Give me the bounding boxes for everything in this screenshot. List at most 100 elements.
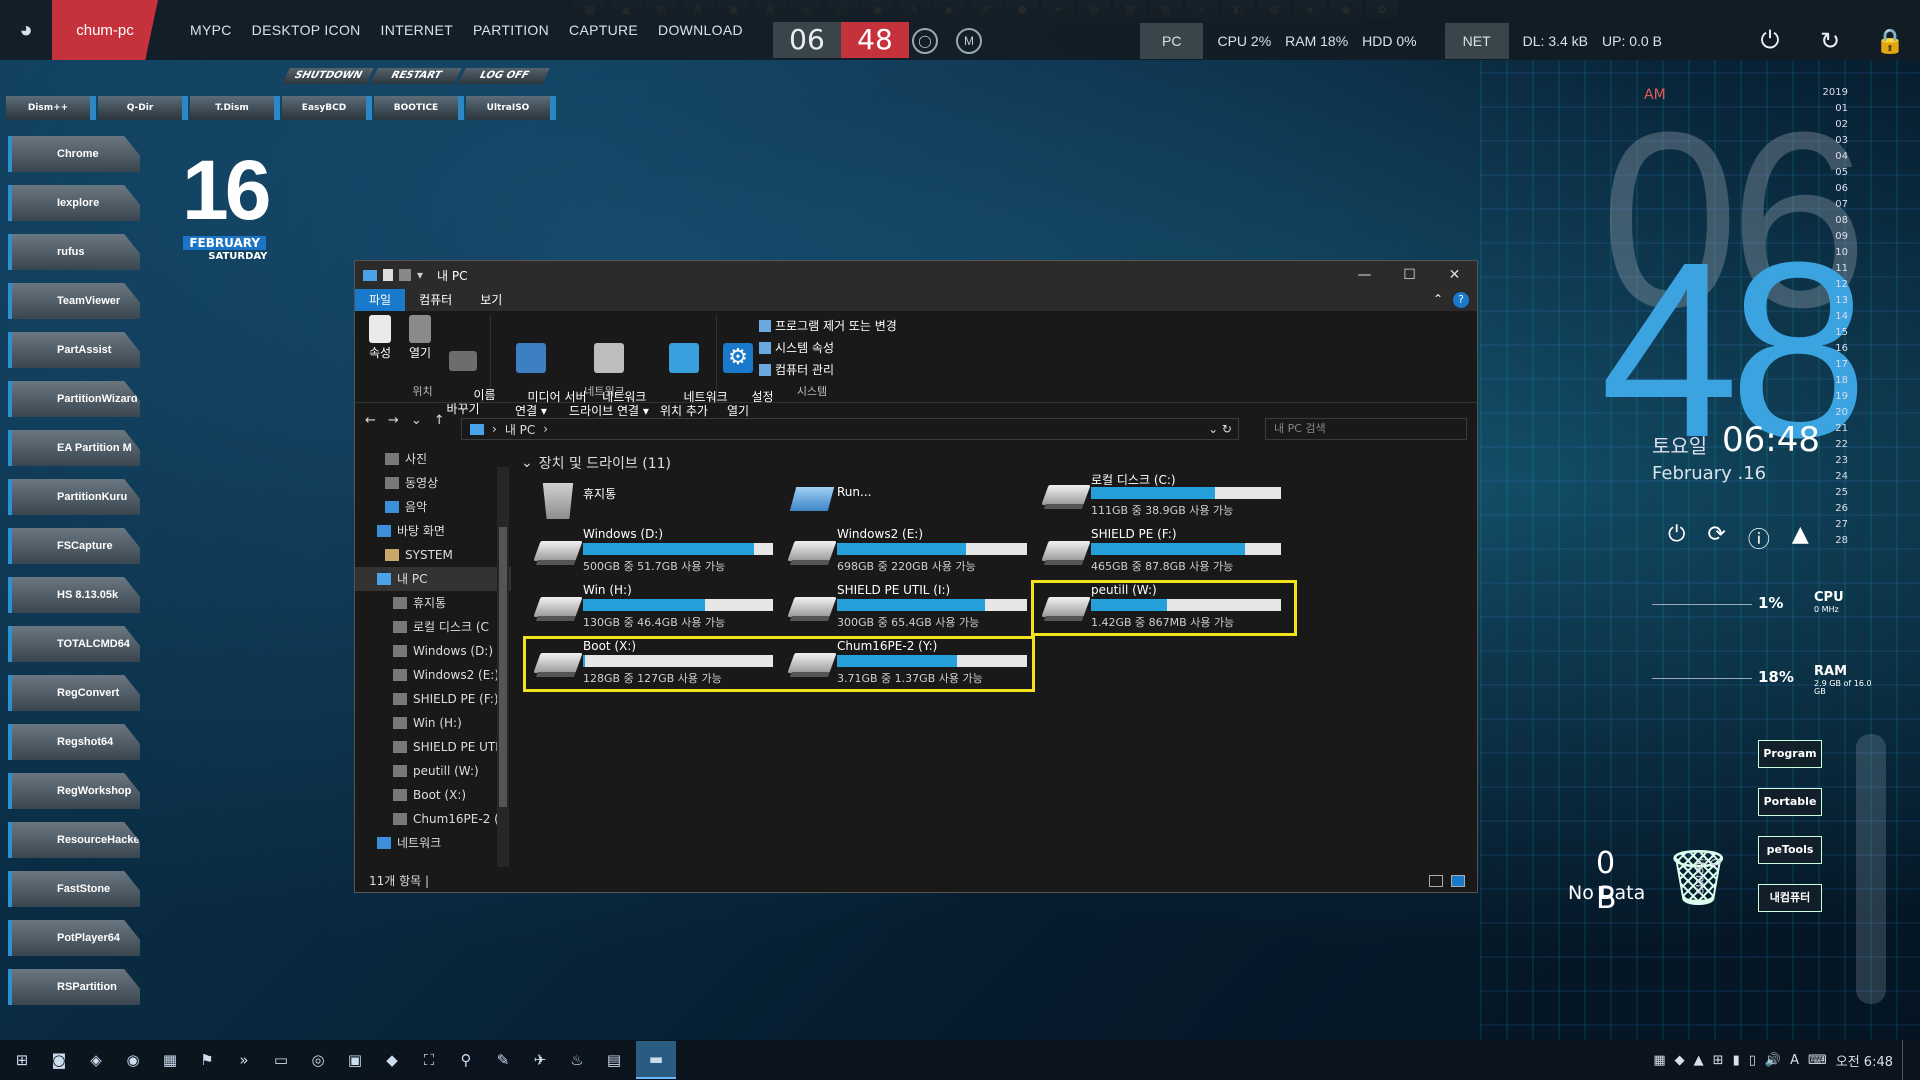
app-icon[interactable]: ⚲ [451,1048,481,1072]
nav-item[interactable]: 음악 [355,495,511,519]
forward-icon[interactable]: → [388,413,399,428]
tool-ultraiso[interactable]: UltraISO [466,96,556,120]
app-icon[interactable]: ◆ [377,1048,407,1072]
app-icon[interactable]: ✎ [488,1048,518,1072]
nav-item[interactable]: Chum16PE-2 ( [355,807,511,831]
network-icon[interactable]: ⊞ [1713,1053,1724,1068]
lock-icon[interactable]: 🔒 [1860,22,1920,60]
tray-icon[interactable]: ▮ [1733,1053,1740,1068]
info-icon[interactable]: ⓘ [1748,522,1770,554]
restart-icon[interactable]: ↻ [1800,22,1860,60]
tool-dism[interactable]: Dism++ [6,96,96,120]
mail-icon[interactable]: M [956,28,982,54]
launcher-item[interactable]: FSCapture [8,528,140,564]
properties-icon[interactable] [383,269,393,281]
power-icon[interactable]: ⏻ [1668,522,1685,554]
logo-icon[interactable]: ◕ [0,0,52,60]
menu-partition[interactable]: PARTITION [473,22,549,38]
details-view-icon[interactable] [1429,875,1443,887]
tray-icon[interactable]: ▲ [1694,1053,1704,1068]
launcher-item[interactable]: PotPlayer64 [8,920,140,956]
launcher-item[interactable]: TeamViewer [8,283,140,319]
battery-icon[interactable]: ▯ [1749,1053,1756,1068]
taskbar-clock[interactable]: 오전 6:48 [1836,1051,1893,1070]
nav-item[interactable]: Boot (X:) [355,783,511,807]
launcher-item[interactable]: RegWorkshop [8,773,140,809]
back-icon[interactable]: ← [365,413,376,428]
tab-file[interactable]: 파일 [355,289,406,311]
launcher-item[interactable]: RegConvert [8,675,140,711]
tray-icon[interactable]: ◆ [1675,1053,1685,1068]
address-bar[interactable]: › 내 PC › ⌄ ↻ [461,418,1239,440]
minimize-button[interactable]: — [1342,267,1387,283]
mycomputer-button[interactable]: 내컴퓨터 [1758,884,1822,912]
launcher-item[interactable]: Chrome [8,136,140,172]
group-header[interactable]: ⌄ 장치 및 드라이브 (11) [521,453,671,473]
nav-item[interactable]: Windows2 (E:) [355,663,511,687]
menu-mypc[interactable]: MYPC [190,22,232,38]
nav-item[interactable]: Win (H:) [355,711,511,735]
breadcrumb[interactable]: 내 PC [505,421,535,438]
nav-item[interactable]: SHIELD PE UTI [355,735,511,759]
drive-item[interactable]: SHIELD PE UTIL (I:) 300GB 중 65.4GB 사용 가능 [785,583,1035,631]
restart-button[interactable]: RESTART [370,68,462,84]
app-icon[interactable]: ▣ [340,1048,370,1072]
launcher-item[interactable]: rufus [8,234,140,270]
hostname[interactable]: chum-pc [52,0,158,60]
chevron-down-icon[interactable]: ▾ [417,268,423,282]
uninstall-program-button[interactable]: 프로그램 제거 또는 변경 [759,317,897,334]
system-properties-button[interactable]: 시스템 속성 [759,339,834,356]
program-button[interactable]: Program [1758,740,1822,768]
explorer-taskbar-button[interactable]: ▬ [636,1041,676,1079]
nav-item[interactable]: 동영상 [355,471,511,495]
drive-item[interactable]: Windows (D:) 500GB 중 51.7GB 사용 가능 [531,527,781,575]
tool-tdism[interactable]: T.Dism [190,96,280,120]
folder-icon[interactable]: ▭ [266,1048,296,1072]
drive-item[interactable]: SHIELD PE (F:) 465GB 중 87.8GB 사용 가능 [1039,527,1289,575]
nav-item-selected[interactable]: 내 PC [355,567,511,591]
scroll-thumb[interactable] [499,527,507,807]
app-icon[interactable]: ♨ [562,1048,592,1072]
app-icon[interactable]: ⚑ [192,1048,222,1072]
recent-chevron-icon[interactable]: ⌄ [411,413,422,428]
nav-item[interactable]: 네트워크 [355,831,511,855]
close-button[interactable]: ✕ [1432,267,1477,283]
chrome-icon[interactable]: ◯ [912,28,938,54]
launcher-item[interactable]: PartitionWizard [8,381,140,417]
menu-desktop-icon[interactable]: DESKTOP ICON [252,22,361,38]
nav-item[interactable]: SHIELD PE (F:) [355,687,511,711]
refresh-icon[interactable]: ⌄ ↻ [1208,422,1232,436]
help-icon[interactable]: ? [1453,292,1469,308]
launcher-item[interactable]: PartAssist [8,332,140,368]
drive-item[interactable]: Windows2 (E:) 698GB 중 220GB 사용 가능 [785,527,1035,575]
nav-item[interactable]: 로컬 디스크 (C [355,615,511,639]
media-server-button[interactable]: 미디어 서버 연결 ▾ [497,315,587,432]
nav-item[interactable]: SYSTEM [355,543,511,567]
map-drive-button[interactable]: 네트워크 드라이브 연결 ▾ [567,315,651,432]
run-item[interactable]: Run... [785,477,1005,525]
open-button[interactable]: 열기 [403,315,437,360]
nav-scrollbar[interactable] [497,467,509,867]
menu-internet[interactable]: INTERNET [381,22,453,38]
volume-icon[interactable]: 🔊 [1765,1053,1781,1068]
rename-button[interactable]: 이름 바꾸기 [443,315,496,430]
properties-button[interactable]: 속성 [363,315,397,360]
app-icon[interactable]: ▤ [599,1048,629,1072]
overflow-icon[interactable]: » [229,1048,259,1072]
launcher-item[interactable]: PartitionKuru [8,479,140,515]
app-icon[interactable]: ✈ [525,1048,555,1072]
nav-item[interactable]: 바탕 화면 [355,519,511,543]
tool-easybcd[interactable]: EasyBCD [282,96,372,120]
power-icon[interactable]: ⏻ [1740,22,1800,60]
start-icon[interactable]: ⊞ [7,1048,37,1072]
logoff-button[interactable]: LOG OFF [458,68,550,84]
petools-button[interactable]: peTools [1758,836,1822,864]
open-settings-button[interactable]: ⚙ 설정 열기 [721,315,774,432]
app-icon[interactable]: ◙ [44,1048,74,1072]
tool-qdir[interactable]: Q-Dir [98,96,188,120]
tool-bootice[interactable]: BOOTICE [374,96,464,120]
launcher-item[interactable]: TOTALCMD64 [8,626,140,662]
app-icon[interactable]: ◈ [81,1048,111,1072]
maximize-button[interactable]: ☐ [1387,267,1432,283]
launcher-item[interactable]: Regshot64 [8,724,140,760]
